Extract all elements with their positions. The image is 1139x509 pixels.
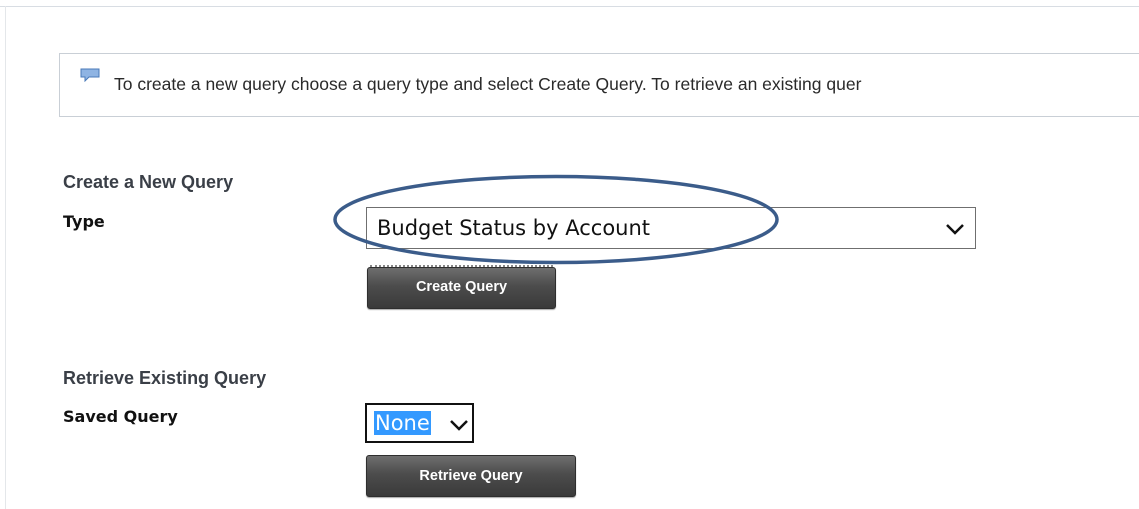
- saved-query-label: Saved Query: [63, 407, 178, 426]
- button-focus-dots: [370, 265, 553, 269]
- query-type-selected-value: Budget Status by Account: [377, 216, 651, 240]
- info-message-box: To create a new query choose a query typ…: [59, 53, 1139, 117]
- info-message-text: To create a new query choose a query typ…: [114, 74, 862, 94]
- chevron-down-icon[interactable]: [945, 222, 965, 236]
- saved-query-selected-value: None: [374, 411, 431, 435]
- type-label: Type: [63, 212, 105, 231]
- create-query-button[interactable]: Create Query: [367, 265, 556, 309]
- retrieve-query-button-label: Retrieve Query: [419, 468, 523, 484]
- chevron-down-icon[interactable]: [449, 418, 469, 432]
- create-query-button-label: Create Query: [415, 279, 508, 295]
- top-divider: [0, 6, 1139, 7]
- left-divider: [5, 6, 6, 509]
- saved-query-highlight: None: [374, 411, 431, 435]
- query-panel: To create a new query choose a query typ…: [0, 0, 1139, 509]
- saved-query-select[interactable]: None: [365, 403, 474, 443]
- retrieve-query-button[interactable]: Retrieve Query: [366, 455, 576, 497]
- create-query-heading: Create a New Query: [63, 172, 234, 192]
- retrieve-query-heading: Retrieve Existing Query: [63, 368, 267, 388]
- speech-bubble-icon: [80, 68, 100, 82]
- query-type-select[interactable]: Budget Status by Account: [366, 207, 976, 249]
